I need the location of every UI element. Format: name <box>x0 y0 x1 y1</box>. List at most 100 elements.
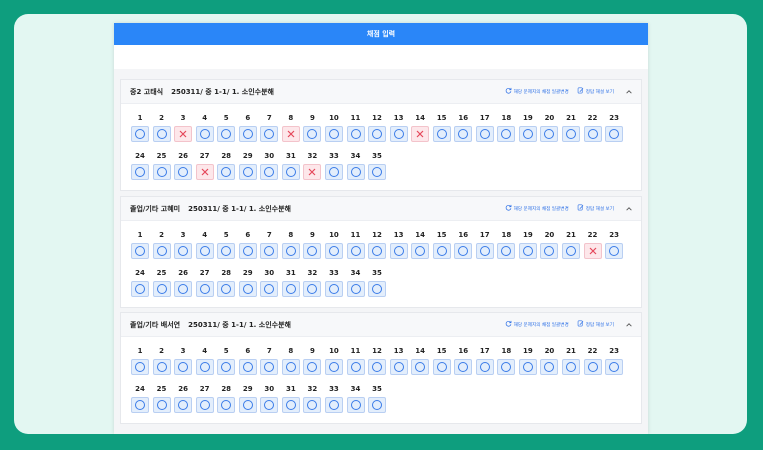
correct-mark-toggle[interactable] <box>174 281 193 297</box>
correct-mark-toggle[interactable] <box>217 243 236 259</box>
correct-mark-toggle[interactable] <box>217 281 236 297</box>
wrong-mark-toggle[interactable] <box>174 126 193 142</box>
correct-mark-toggle[interactable] <box>497 126 516 142</box>
correct-mark-toggle[interactable] <box>131 397 149 413</box>
correct-mark-toggle[interactable] <box>238 243 257 259</box>
correct-mark-toggle[interactable] <box>583 126 602 142</box>
correct-mark-toggle[interactable] <box>152 281 171 297</box>
correct-mark-toggle[interactable] <box>131 359 149 375</box>
correct-mark-toggle[interactable] <box>368 397 387 413</box>
correct-mark-toggle[interactable] <box>411 243 430 259</box>
correct-mark-toggle[interactable] <box>238 126 257 142</box>
correct-mark-toggle[interactable] <box>260 397 279 413</box>
correct-mark-toggle[interactable] <box>195 243 214 259</box>
correct-mark-toggle[interactable] <box>152 397 171 413</box>
correct-mark-toggle[interactable] <box>281 243 300 259</box>
correct-mark-toggle[interactable] <box>131 281 149 297</box>
correct-mark-toggle[interactable] <box>195 359 214 375</box>
correct-mark-toggle[interactable] <box>152 126 171 142</box>
correct-mark-toggle[interactable] <box>281 164 300 180</box>
correct-mark-toggle[interactable] <box>152 359 171 375</box>
correct-mark-toggle[interactable] <box>174 243 193 259</box>
correct-mark-toggle[interactable] <box>389 126 408 142</box>
correct-mark-toggle[interactable] <box>324 126 343 142</box>
correct-mark-toggle[interactable] <box>346 359 365 375</box>
correct-mark-toggle[interactable] <box>605 243 624 259</box>
correct-mark-toggle[interactable] <box>238 281 257 297</box>
correct-mark-toggle[interactable] <box>303 243 322 259</box>
correct-mark-toggle[interactable] <box>260 126 279 142</box>
correct-mark-toggle[interactable] <box>303 281 322 297</box>
correct-mark-toggle[interactable] <box>411 359 430 375</box>
correct-mark-toggle[interactable] <box>217 359 236 375</box>
correct-mark-toggle[interactable] <box>195 281 214 297</box>
wrong-mark-toggle[interactable] <box>195 164 214 180</box>
correct-mark-toggle[interactable] <box>518 126 537 142</box>
correct-mark-toggle[interactable] <box>174 359 193 375</box>
correct-mark-toggle[interactable] <box>281 281 300 297</box>
correct-mark-toggle[interactable] <box>540 359 559 375</box>
correct-mark-toggle[interactable] <box>303 397 322 413</box>
correct-mark-toggle[interactable] <box>562 243 580 259</box>
correct-mark-toggle[interactable] <box>152 243 171 259</box>
correct-mark-toggle[interactable] <box>195 126 214 142</box>
correct-mark-toggle[interactable] <box>174 397 193 413</box>
correct-mark-toggle[interactable] <box>346 397 365 413</box>
correct-mark-toggle[interactable] <box>238 359 257 375</box>
correct-mark-toggle[interactable] <box>432 359 451 375</box>
correct-mark-toggle[interactable] <box>454 126 473 142</box>
correct-mark-toggle[interactable] <box>518 243 537 259</box>
correct-mark-toggle[interactable] <box>368 164 387 180</box>
correct-mark-toggle[interactable] <box>303 359 322 375</box>
correct-mark-toggle[interactable] <box>497 359 516 375</box>
correct-mark-toggle[interactable] <box>540 243 559 259</box>
correct-mark-toggle[interactable] <box>346 164 365 180</box>
correct-mark-toggle[interactable] <box>432 126 451 142</box>
correct-mark-toggle[interactable] <box>454 359 473 375</box>
correct-mark-toggle[interactable] <box>368 243 387 259</box>
correct-mark-toggle[interactable] <box>238 397 257 413</box>
correct-mark-toggle[interactable] <box>389 359 408 375</box>
correct-mark-toggle[interactable] <box>475 359 494 375</box>
correct-mark-toggle[interactable] <box>131 164 149 180</box>
correct-mark-toggle[interactable] <box>260 243 279 259</box>
correct-mark-toggle[interactable] <box>217 397 236 413</box>
correct-mark-toggle[interactable] <box>540 126 559 142</box>
correct-mark-toggle[interactable] <box>562 126 580 142</box>
correct-mark-toggle[interactable] <box>324 243 343 259</box>
correct-mark-toggle[interactable] <box>238 164 257 180</box>
wrong-mark-toggle[interactable] <box>281 126 300 142</box>
correct-mark-toggle[interactable] <box>562 359 580 375</box>
correct-mark-toggle[interactable] <box>324 281 343 297</box>
correct-mark-toggle[interactable] <box>131 243 149 259</box>
correct-mark-toggle[interactable] <box>497 243 516 259</box>
correct-mark-toggle[interactable] <box>281 359 300 375</box>
correct-mark-toggle[interactable] <box>368 126 387 142</box>
correct-mark-toggle[interactable] <box>195 397 214 413</box>
correct-mark-toggle[interactable] <box>518 359 537 375</box>
correct-mark-toggle[interactable] <box>152 164 171 180</box>
correct-mark-toggle[interactable] <box>324 359 343 375</box>
correct-mark-toggle[interactable] <box>324 397 343 413</box>
correct-mark-toggle[interactable] <box>260 164 279 180</box>
correct-mark-toggle[interactable] <box>260 281 279 297</box>
correct-mark-toggle[interactable] <box>475 243 494 259</box>
correct-mark-toggle[interactable] <box>605 126 624 142</box>
correct-mark-toggle[interactable] <box>324 164 343 180</box>
correct-mark-toggle[interactable] <box>432 243 451 259</box>
correct-mark-toggle[interactable] <box>174 164 193 180</box>
correct-mark-toggle[interactable] <box>605 359 624 375</box>
correct-mark-toggle[interactable] <box>346 281 365 297</box>
correct-mark-toggle[interactable] <box>389 243 408 259</box>
correct-mark-toggle[interactable] <box>454 243 473 259</box>
correct-mark-toggle[interactable] <box>217 164 236 180</box>
wrong-mark-toggle[interactable] <box>583 243 602 259</box>
correct-mark-toggle[interactable] <box>260 359 279 375</box>
correct-mark-toggle[interactable] <box>217 126 236 142</box>
correct-mark-toggle[interactable] <box>303 126 322 142</box>
correct-mark-toggle[interactable] <box>368 359 387 375</box>
correct-mark-toggle[interactable] <box>346 126 365 142</box>
correct-mark-toggle[interactable] <box>583 359 602 375</box>
correct-mark-toggle[interactable] <box>368 281 387 297</box>
correct-mark-toggle[interactable] <box>346 243 365 259</box>
